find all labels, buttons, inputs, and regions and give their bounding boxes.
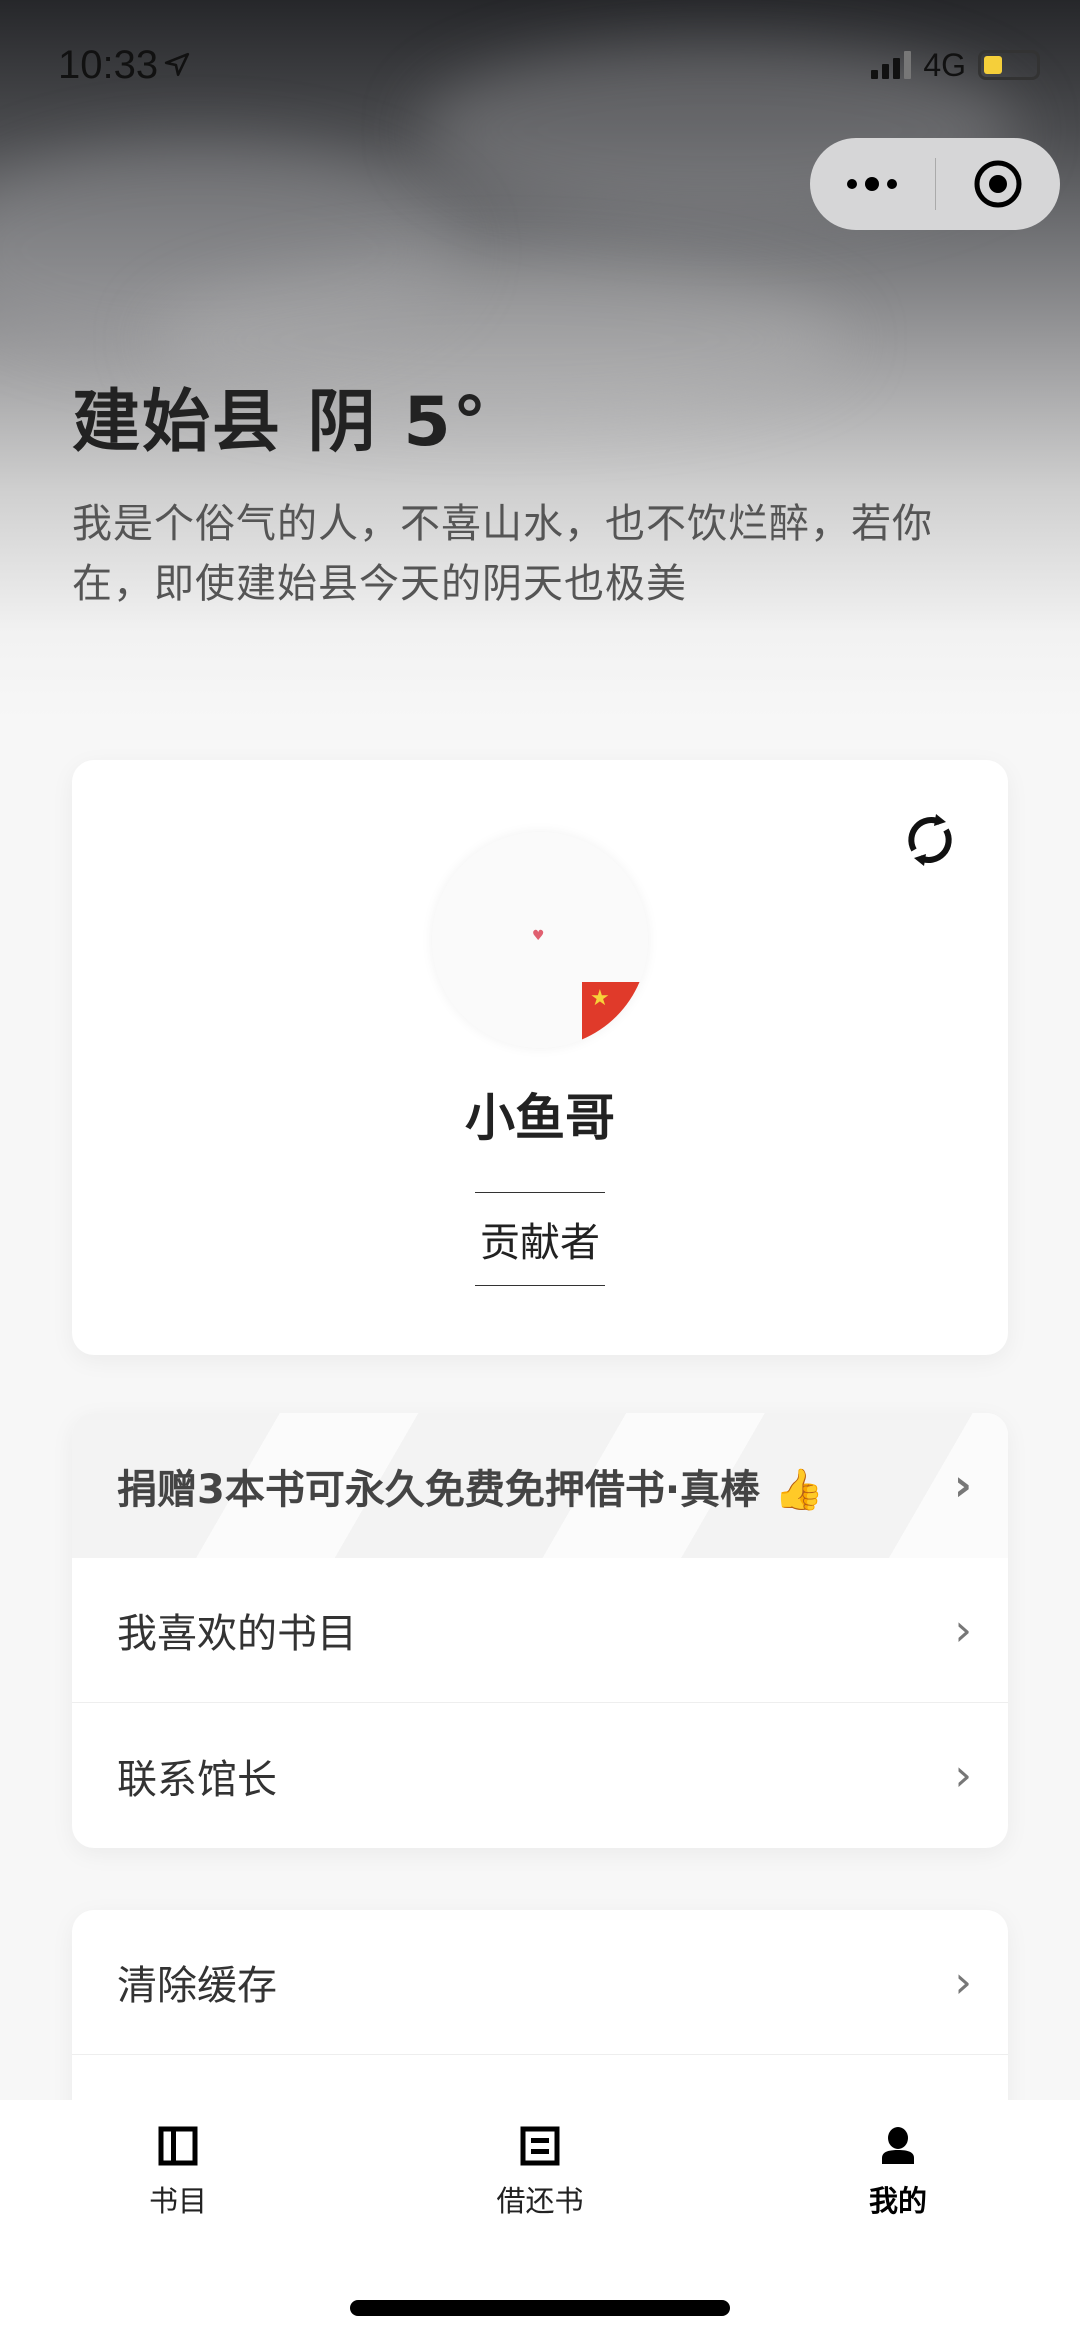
clock: 10:33: [58, 42, 159, 87]
row-label: 捐赠3本书可永久免费免押借书·真棒 👍: [117, 1466, 824, 1513]
china-flag-icon: ★: [582, 982, 648, 1048]
chevron-right-icon: ›: [954, 1604, 972, 1656]
target-circle-icon: [974, 160, 1022, 208]
user-icon: [882, 2127, 914, 2164]
clear-cache-row[interactable]: 清除缓存 ›: [72, 1910, 1008, 2055]
battery-icon: [978, 50, 1040, 80]
tab-label: 借还书: [496, 2184, 584, 2218]
more-button[interactable]: [810, 138, 935, 230]
location-arrow-icon: [164, 52, 190, 77]
row-label: 我喜欢的书目: [117, 1611, 357, 1657]
role-badge: 贡献者: [475, 1192, 605, 1286]
tab-borrow-return[interactable]: 借还书: [440, 2126, 640, 2220]
tab-label: 书目: [148, 2184, 207, 2218]
menu-card: 捐赠3本书可永久免费免押借书·真棒 👍 › 我喜欢的书目 › 联系馆长 ›: [72, 1413, 1008, 1848]
contact-curator-row[interactable]: 联系馆长 ›: [72, 1703, 1008, 1848]
tab-label: 我的: [868, 2184, 927, 2218]
weather-quote: 我是个俗气的人，不喜山水，也不饮烂醉，若你在，即使建始县今天的阴天也极美: [72, 501, 933, 607]
refresh-icon[interactable]: [900, 810, 960, 870]
book-columns-icon: [158, 2126, 198, 2166]
chevron-right-icon: ›: [954, 1956, 972, 2008]
tab-mine[interactable]: 我的: [798, 2126, 998, 2220]
row-label: 联系馆长: [117, 1756, 277, 1803]
chevron-right-icon: ›: [954, 1750, 972, 1801]
heart-icon: ♥: [532, 928, 545, 944]
miniprogram-capsule: [810, 138, 1060, 230]
row-label: 清除缓存: [117, 1963, 277, 2009]
weather-title: 建始县 阴 5°: [72, 383, 489, 462]
avatar[interactable]: ♥ ★: [432, 832, 648, 1048]
chevron-right-icon: ›: [953, 1460, 972, 1511]
network-label: 4G: [923, 46, 966, 83]
status-bar: 10:33 4G: [58, 40, 1040, 90]
tab-catalog[interactable]: 书目: [78, 2126, 278, 2220]
more-dots-icon: [847, 177, 898, 191]
signal-icon: [871, 51, 912, 79]
user-name: 小鱼哥: [465, 1089, 615, 1147]
profile-card: ♥ ★ 小鱼哥 贡献者: [72, 760, 1008, 1355]
close-miniprogram-button[interactable]: [936, 138, 1061, 230]
home-indicator[interactable]: [350, 2300, 730, 2316]
list-box-icon: [520, 2126, 560, 2166]
favorite-books-row[interactable]: 我喜欢的书目 ›: [72, 1558, 1008, 1703]
donate-banner-row[interactable]: 捐赠3本书可永久免费免押借书·真棒 👍 ›: [72, 1413, 1008, 1558]
